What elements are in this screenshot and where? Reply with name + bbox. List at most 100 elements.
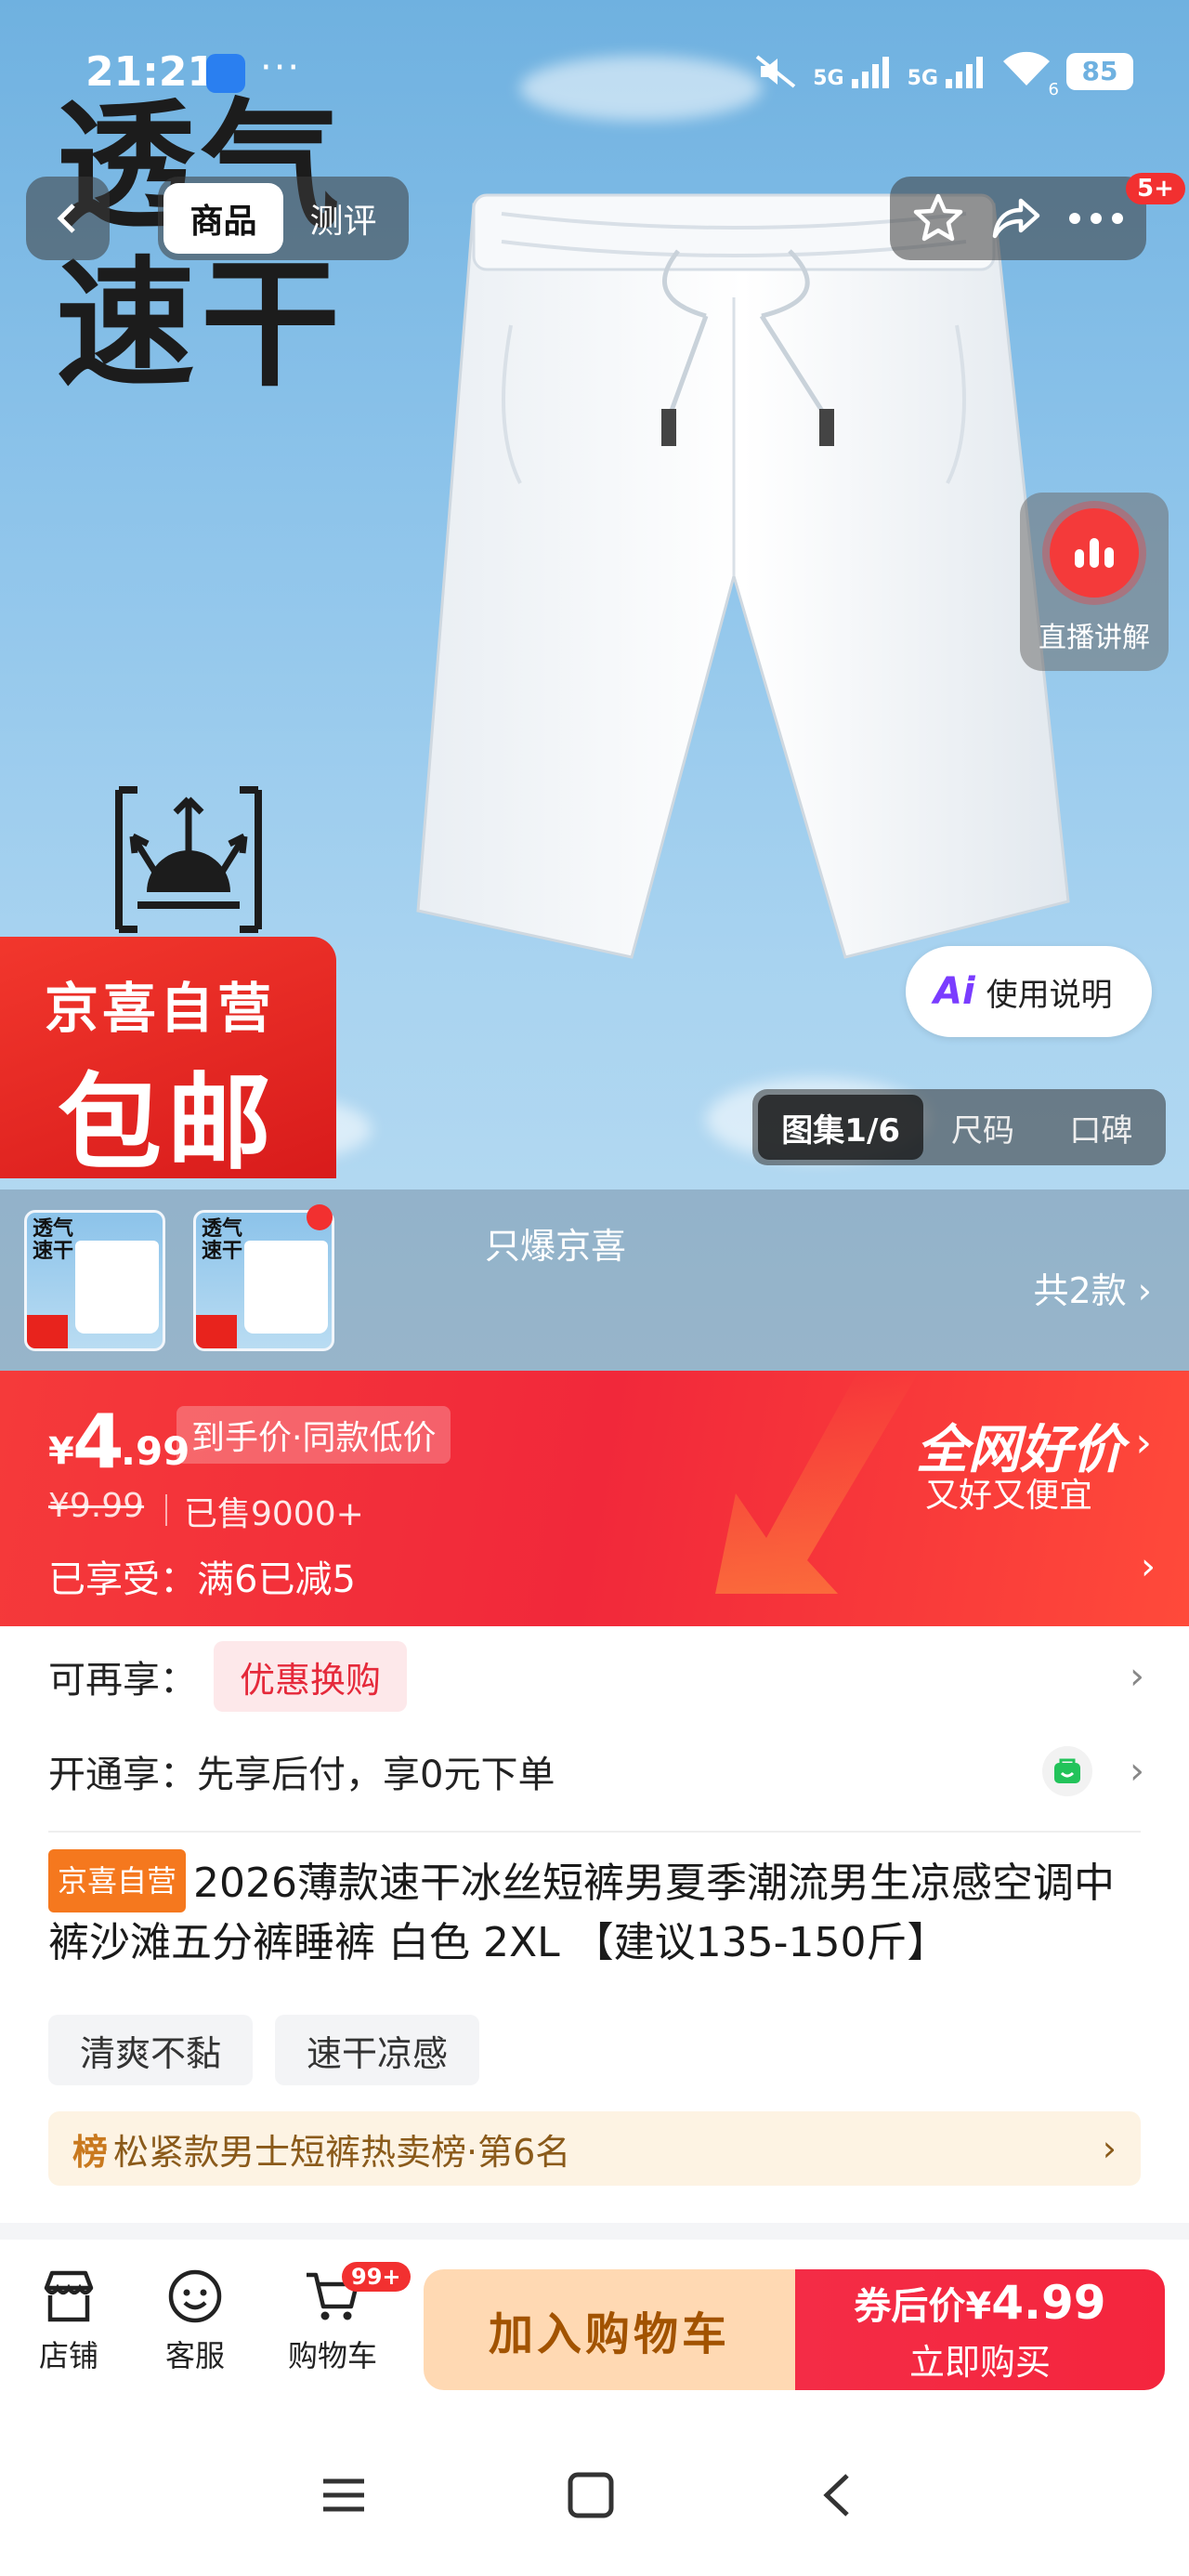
store-label: 店铺 bbox=[38, 2338, 98, 2373]
self-run-free-shipping-badge: 京喜自营 包邮 bbox=[0, 937, 336, 1184]
section-separator bbox=[0, 2223, 1189, 2240]
tab-product[interactable]: 商品 bbox=[163, 183, 283, 254]
thumb-line-1: 透气 bbox=[202, 1217, 243, 1241]
ai-icon: Ai bbox=[934, 970, 975, 1013]
service-label: 客服 bbox=[164, 2338, 225, 2373]
ranking-banner[interactable]: 榜 松紧款男士短裤热卖榜·第6名 › bbox=[48, 2111, 1141, 2186]
signal-5g-icon-2: 5G bbox=[908, 53, 986, 90]
art-line-2: 速干 bbox=[56, 244, 346, 406]
thumb-text: 透气 速干 bbox=[33, 1218, 73, 1263]
thumb-badge bbox=[27, 1315, 68, 1348]
buy-now-label: 立即购买 bbox=[908, 2341, 1051, 2383]
feature-tags: 清爽不黏 速干凉感 bbox=[48, 2015, 480, 2085]
service-icon bbox=[168, 2269, 222, 2323]
more-icon[interactable] bbox=[1067, 209, 1125, 228]
thumb-line-1: 透气 bbox=[33, 1217, 74, 1241]
pay-later-label: 开通享：先享后付，享0元下单 bbox=[48, 1754, 555, 1796]
variant-thumbnail[interactable]: 透气 速干 bbox=[193, 1210, 334, 1351]
customer-service-button[interactable]: 客服 bbox=[139, 2267, 251, 2375]
tab-review[interactable]: 测评 bbox=[283, 183, 403, 254]
gallery-tabs: 图集1/6 尺码 口碑 bbox=[752, 1089, 1166, 1165]
price-integer: 4 bbox=[72, 1399, 124, 1485]
coupon-price-label: 券后价 bbox=[854, 2284, 966, 2328]
price-currency: ¥ bbox=[48, 1430, 74, 1473]
back-nav-icon[interactable] bbox=[817, 2472, 855, 2518]
variant-strip: 透气 速干 透气 速干 只爆京喜 共2款 › bbox=[0, 1189, 1189, 1371]
badge-line-2: 包邮 bbox=[58, 1063, 277, 1184]
menu-icon[interactable] bbox=[320, 2472, 368, 2518]
thumb-shorts bbox=[75, 1241, 159, 1334]
cart-button[interactable]: 购物车 99+ bbox=[277, 2262, 411, 2375]
system-navigation-bar bbox=[0, 2425, 1189, 2576]
product-gallery[interactable]: 21:21 ··· 5G 5G 6 85 透气 速干 京喜自营 包邮 商品 测评… bbox=[0, 0, 1189, 1371]
product-title: 京喜自营 2026薄款速干冰丝短裤男夏季潮流男生凉感空调中裤沙滩五分裤睡裤 白色 … bbox=[48, 1849, 1144, 1973]
variant-count-link[interactable]: 共2款 › bbox=[1034, 1262, 1152, 1313]
coupon-price: 券后价¥4.99 bbox=[854, 2276, 1105, 2330]
rank-icon: 榜 bbox=[72, 2131, 109, 2173]
redeem-pill: 优惠换购 bbox=[214, 1641, 408, 1712]
coupon-price-value: 4.99 bbox=[991, 2275, 1106, 2330]
chevron-right-icon: › bbox=[1130, 1655, 1144, 1698]
variant-thumbnail[interactable]: 透气 速干 bbox=[24, 1210, 165, 1351]
message-badge: 5+ bbox=[1126, 173, 1185, 204]
applied-promotion: 已享受：满6已减5 bbox=[48, 1558, 356, 1601]
tab-size[interactable]: 尺码 bbox=[923, 1095, 1041, 1160]
pay-later-row[interactable]: 开通享：先享后付，享0元下单 › bbox=[48, 1732, 1144, 1810]
usage-guide-label: 使用说明 bbox=[986, 976, 1113, 1014]
more-notifications-icon: ··· bbox=[260, 46, 302, 89]
buy-now-button[interactable]: 券后价¥4.99 立即购买 bbox=[795, 2269, 1165, 2390]
mute-icon bbox=[756, 54, 796, 88]
chevron-left-icon bbox=[57, 204, 75, 233]
best-price-sub: 又好又便宜 bbox=[924, 1477, 1092, 1515]
cart-label: 购物车 bbox=[287, 2338, 377, 2373]
usage-guide-button[interactable]: Ai 使用说明 bbox=[906, 946, 1152, 1037]
share-icon[interactable] bbox=[989, 191, 1043, 245]
wallet-icon bbox=[1042, 1746, 1092, 1796]
thumb-line-2: 速干 bbox=[202, 1240, 243, 1263]
rank-text: 松紧款男士短裤热卖榜·第6名 bbox=[113, 2131, 571, 2173]
breathable-icon bbox=[115, 786, 262, 933]
live-icon bbox=[1050, 508, 1139, 598]
wifi-icon: 6 bbox=[1001, 48, 1059, 99]
signal-label: 5G bbox=[813, 66, 844, 90]
divider bbox=[48, 1831, 1141, 1833]
live-label: 直播讲解 bbox=[1039, 622, 1150, 654]
thumb-shorts bbox=[244, 1241, 328, 1334]
add-to-cart-button[interactable]: 加入购物车 bbox=[424, 2269, 795, 2390]
redeem-offer-row[interactable]: 可再享： 优惠换购 › bbox=[48, 1637, 1144, 1715]
self-run-badge: 京喜自营 bbox=[48, 1849, 187, 1912]
sold-count: 已售9000+ bbox=[165, 1487, 364, 1535]
chevron-right-icon: › bbox=[1141, 1545, 1156, 1588]
chevron-right-icon: › bbox=[1130, 1750, 1144, 1793]
variant-count-label: 共2款 bbox=[1033, 1270, 1127, 1311]
tab-reputation[interactable]: 口碑 bbox=[1042, 1095, 1160, 1160]
variant-hot-label: 只爆京喜 bbox=[485, 1226, 627, 1267]
store-button[interactable]: 店铺 bbox=[13, 2267, 124, 2375]
home-icon[interactable] bbox=[567, 2472, 615, 2518]
arrow-decoration bbox=[715, 1371, 920, 1594]
favorite-star-icon[interactable] bbox=[911, 191, 965, 245]
feature-tag: 速干凉感 bbox=[275, 2015, 480, 2085]
redeem-label: 可再享： bbox=[48, 1659, 197, 1702]
top-actions bbox=[890, 177, 1146, 260]
store-icon bbox=[44, 2270, 94, 2322]
badge-line-1: 京喜自营 bbox=[45, 977, 276, 1040]
status-icons: 5G 5G 6 85 bbox=[753, 48, 1133, 99]
bottom-action-bar: 店铺 客服 购物车 99+ 加入购物车 券后价¥4.99 立即购买 bbox=[0, 2240, 1189, 2425]
price-banner[interactable]: ¥ 4 .99 到手价·同款低价 ¥9.99 已售9000+ 已享受：满6已减5… bbox=[0, 1371, 1189, 1626]
chevron-right-icon: › bbox=[1102, 2128, 1117, 2169]
battery-indicator: 85 bbox=[1066, 52, 1133, 90]
cart-count-badge: 99+ bbox=[342, 2262, 411, 2292]
coupon-price-currency: ¥ bbox=[965, 2284, 992, 2328]
back-button[interactable] bbox=[26, 177, 110, 260]
live-explain-button[interactable]: 直播讲解 bbox=[1020, 493, 1169, 671]
signal-label: 5G bbox=[907, 66, 938, 90]
final-price-tag: 到手价·同款低价 bbox=[176, 1406, 451, 1464]
thumb-badge bbox=[196, 1315, 237, 1348]
chevron-right-icon: › bbox=[1137, 1270, 1152, 1311]
tab-gallery[interactable]: 图集1/6 bbox=[758, 1095, 924, 1160]
original-price: ¥9.99 bbox=[48, 1487, 145, 1525]
thumb-line-2: 速干 bbox=[33, 1240, 74, 1263]
chevron-right-icon: › bbox=[1135, 1419, 1152, 1466]
hot-dot-icon bbox=[307, 1204, 333, 1230]
